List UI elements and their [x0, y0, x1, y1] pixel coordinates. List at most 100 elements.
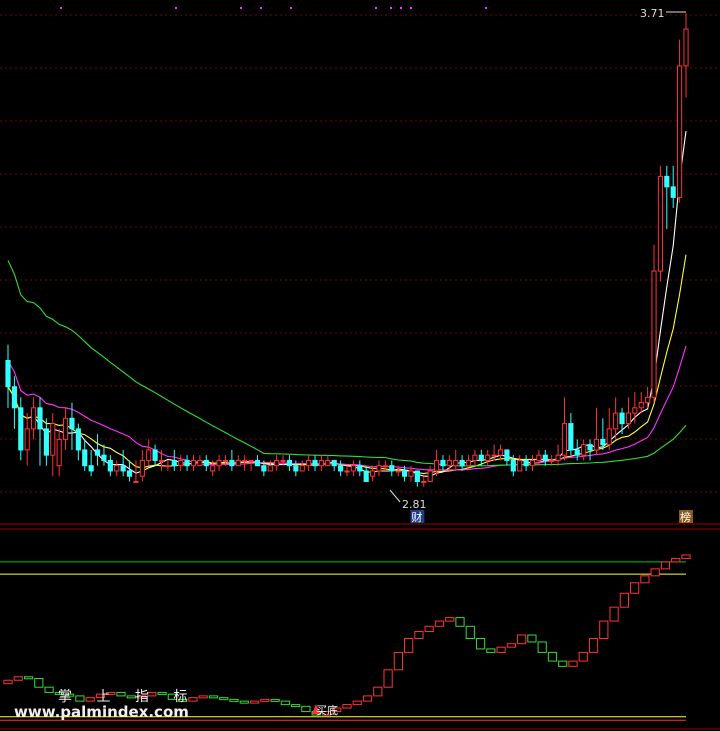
- indicator-bar: [229, 698, 239, 702]
- candle: [593, 438, 600, 451]
- watermark: www.palmindex.com: [14, 703, 189, 721]
- candle: [350, 465, 356, 472]
- candle: [254, 459, 261, 467]
- candle: [37, 407, 43, 430]
- candle: [158, 459, 165, 462]
- candle: [248, 459, 254, 462]
- signal-label: 买底: [316, 703, 338, 717]
- candle: [299, 465, 305, 472]
- candle: [261, 465, 267, 472]
- candle: [670, 186, 676, 198]
- candle: [286, 459, 293, 467]
- indicator-bar: [260, 698, 270, 702]
- candle: [677, 65, 683, 198]
- candle: [555, 454, 561, 461]
- moving-average-line: [7, 131, 687, 477]
- indicator-bar: [465, 625, 475, 639]
- ranking-event-tag: 榜: [679, 510, 693, 524]
- top-marker: [290, 7, 292, 9]
- top-marker: [400, 7, 402, 9]
- candle: [165, 465, 171, 468]
- indicator-bar: [660, 561, 671, 570]
- indicator-bar: [650, 568, 660, 577]
- candle: [101, 454, 107, 461]
- candle: [69, 417, 75, 430]
- top-marker: [260, 7, 262, 9]
- candle: [613, 412, 619, 430]
- candle: [529, 459, 536, 467]
- indicator-bar: [434, 620, 445, 627]
- indicator-bar: [414, 631, 424, 639]
- candle: [56, 438, 62, 467]
- candle: [363, 470, 369, 482]
- candle: [152, 449, 158, 461]
- candle: [382, 465, 388, 468]
- candle: [561, 423, 568, 456]
- candle: [120, 465, 126, 472]
- candle: [146, 449, 152, 461]
- indicator-bar: [568, 660, 578, 667]
- candle: [446, 459, 452, 467]
- indicator-bar: [13, 676, 23, 681]
- indicator-bar: [558, 660, 568, 667]
- candle: [43, 428, 49, 456]
- candle: [581, 444, 587, 456]
- candle: [235, 459, 241, 467]
- indicator-bar: [249, 700, 260, 704]
- candle: [31, 407, 37, 430]
- indicator-bar: [362, 695, 373, 702]
- indicator-bar: [578, 651, 588, 662]
- candle: [568, 423, 574, 451]
- moving-average-line: [7, 260, 687, 467]
- candle: [619, 412, 625, 425]
- top-marker: [410, 7, 412, 9]
- candle: [229, 459, 235, 467]
- candle: [18, 407, 24, 451]
- candle: [94, 449, 101, 456]
- indicator-bar: [517, 634, 527, 645]
- moving-average-line: [7, 254, 687, 475]
- candle: [542, 454, 548, 461]
- candle: [178, 459, 184, 467]
- candle: [478, 454, 484, 461]
- candle: [11, 386, 17, 409]
- candle: [171, 459, 177, 467]
- candle: [465, 459, 472, 467]
- indicator-bar: [527, 634, 537, 643]
- candle: [312, 459, 318, 467]
- indicator-bar: [352, 700, 362, 706]
- indicator-bar: [537, 641, 547, 653]
- indicator-bar: [486, 648, 496, 653]
- candle: [427, 470, 433, 482]
- candle: [632, 407, 638, 414]
- top-marker: [375, 7, 377, 9]
- indicator-bar: [619, 592, 629, 608]
- finance-event-tag: 财: [410, 510, 425, 524]
- indicator-bar: [198, 695, 208, 699]
- event-tag-text: 榜: [680, 510, 691, 524]
- candle: [190, 459, 197, 467]
- indicator-bar: [44, 686, 54, 693]
- candle: [638, 402, 644, 409]
- indicator-bar: [630, 582, 640, 594]
- candle: [523, 459, 529, 467]
- candle: [293, 465, 299, 472]
- indicator-bar: [219, 697, 229, 701]
- candle: [664, 175, 670, 188]
- candle: [82, 449, 88, 467]
- candle: [357, 465, 363, 472]
- candle: [5, 359, 11, 388]
- indicator-bar: [34, 678, 44, 688]
- indicator-bar: [301, 705, 311, 713]
- indicator-bar: [609, 606, 619, 622]
- candle: [574, 449, 580, 456]
- indicator-bar: [270, 698, 280, 702]
- candle: [133, 480, 139, 483]
- candle: [549, 459, 555, 462]
- price-panel: 财榜: [5, 11, 693, 524]
- event-tag-text: 财: [411, 510, 422, 524]
- top-marker: [485, 7, 487, 9]
- indicator-bar: [599, 620, 609, 639]
- candle: [395, 470, 401, 473]
- candle: [485, 454, 491, 461]
